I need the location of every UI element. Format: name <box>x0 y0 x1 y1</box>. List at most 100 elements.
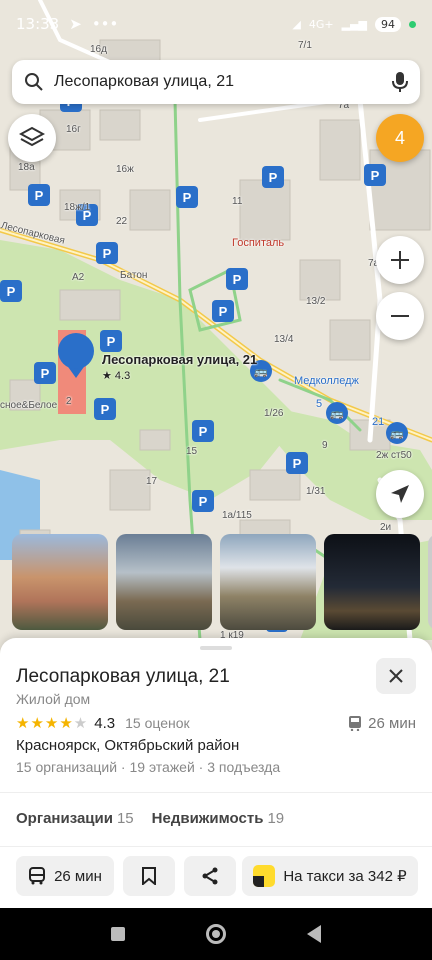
parking-icon[interactable]: P <box>96 242 118 264</box>
my-location-button[interactable] <box>376 470 424 518</box>
drag-handle[interactable] <box>200 646 232 650</box>
route-button[interactable]: 26 мин <box>16 856 114 896</box>
back-button[interactable] <box>307 925 322 943</box>
photo-thumbnail[interactable] <box>116 534 212 630</box>
star-rating: ★★★★★ <box>16 715 89 732</box>
taxi-icon <box>253 865 276 887</box>
parking-icon[interactable]: P <box>0 280 22 302</box>
building-label: 1/26 <box>264 408 284 419</box>
taxi-button[interactable]: На такси за 342 ₽ <box>242 856 418 896</box>
pin-label[interactable]: Лесопарковая улица, 21 <box>102 352 257 367</box>
pin-rating: ★ 4.3 <box>102 370 131 382</box>
taxi-label: На такси за 342 ₽ <box>283 868 407 885</box>
parking-icon[interactable]: P <box>34 362 56 384</box>
baton-label[interactable]: Батон <box>120 270 147 281</box>
cluster-badge[interactable]: 4 <box>376 114 424 162</box>
hospital-label[interactable]: Госпиталь <box>232 237 284 249</box>
share-button[interactable] <box>184 856 236 896</box>
place-title: Лесопарковая улица, 21 <box>16 666 230 687</box>
building-label: 16г <box>66 124 81 135</box>
navigation-arrow-icon <box>391 485 409 503</box>
bus-icon <box>29 867 46 885</box>
rating-value: 4.3 <box>94 714 116 732</box>
reviews-count[interactable]: 15 оценок <box>125 715 190 731</box>
photo-thumbnail[interactable] <box>428 534 432 630</box>
medcollege-label[interactable]: Медколледж <box>294 375 359 387</box>
tab-count: 15 <box>116 810 134 827</box>
building-label: 2ж ст50 <box>376 450 412 461</box>
building-label: 13/4 <box>274 334 294 345</box>
bus-stop-icon[interactable]: 🚌 <box>326 402 348 424</box>
tab-count: 19 <box>267 810 285 827</box>
tab-label: Организации <box>16 810 113 827</box>
parking-icon[interactable]: P <box>262 166 284 188</box>
search-input[interactable]: Лесопарковая улица, 21 <box>54 73 392 91</box>
divider <box>0 792 432 793</box>
signal-icon: ▂▄▆ <box>341 17 367 31</box>
tab-label: Недвижимость <box>151 810 264 827</box>
location-icon: ◢ <box>292 17 301 31</box>
entrance-label: А2 <box>72 272 85 283</box>
search-icon <box>25 73 43 91</box>
bus-route-label: 5 <box>316 398 323 410</box>
photo-thumbnail[interactable] <box>220 534 316 630</box>
tab-real-estate[interactable]: Недвижимость 19 <box>152 810 284 827</box>
more-icon: ••• <box>91 15 119 33</box>
building-label: 17 <box>146 476 158 487</box>
telegram-icon: ➤ <box>69 15 82 33</box>
photo-carousel[interactable] <box>0 534 432 630</box>
building-label: 13/2 <box>306 296 326 307</box>
bus-route-label: 21 <box>372 416 385 428</box>
search-bar[interactable]: Лесопарковая улица, 21 <box>12 60 420 104</box>
recents-button[interactable] <box>110 927 125 941</box>
bus-icon <box>349 716 362 731</box>
rating-row: ★★★★★ 4.3 15 оценок 26 мин <box>16 714 416 733</box>
shop-label[interactable]: сное&Белое <box>0 400 57 411</box>
network-label: 4G+ <box>308 17 334 31</box>
transit-time: 26 мин <box>348 715 416 732</box>
microphone-icon[interactable] <box>392 71 408 93</box>
parking-icon[interactable]: P <box>192 420 214 442</box>
building-label: 16ж <box>116 164 134 175</box>
tab-organizations[interactable]: Организации 15 <box>16 810 134 827</box>
status-bar: 13:33 ➤ ••• ◢ 4G+ ▂▄▆ 94 <box>0 0 432 48</box>
parking-icon[interactable]: P <box>364 164 386 186</box>
building-label: 11 <box>232 196 243 207</box>
photo-thumbnail[interactable] <box>324 534 420 630</box>
transit-time-label: 26 мин <box>368 714 416 732</box>
bus-stop-icon[interactable]: 🚌 <box>386 422 408 444</box>
bookmark-icon <box>142 867 156 885</box>
minus-icon <box>391 315 409 317</box>
building-label: 22 <box>116 216 128 227</box>
parking-icon[interactable]: P <box>94 398 116 420</box>
zoom-in-button[interactable] <box>376 236 424 284</box>
entrance-label: 2 <box>66 396 72 407</box>
parking-icon[interactable]: P <box>176 186 198 208</box>
status-dot <box>409 20 416 28</box>
parking-icon[interactable]: P <box>28 184 50 206</box>
parking-icon[interactable]: P <box>286 452 308 474</box>
info-tabs: Организации 15 Недвижимость 19 <box>16 810 284 827</box>
close-button[interactable] <box>376 658 416 694</box>
parking-icon[interactable]: P <box>100 330 122 352</box>
battery-level: 94 <box>375 16 401 32</box>
place-card[interactable]: Лесопарковая улица, 21 Жилой дом ★★★★★ 4… <box>0 638 432 908</box>
route-time: 26 мин <box>54 867 102 885</box>
zoom-out-button[interactable] <box>376 292 424 340</box>
parking-icon[interactable]: P <box>192 490 214 512</box>
layers-button[interactable] <box>8 114 56 162</box>
building-label: 18а <box>18 162 35 173</box>
bookmark-button[interactable] <box>123 856 175 896</box>
parking-icon[interactable]: P <box>226 268 248 290</box>
status-time: 13:33 <box>16 15 60 33</box>
building-label: 2и <box>380 522 392 533</box>
building-label: 9 <box>322 440 328 451</box>
place-type: Жилой дом <box>16 691 91 707</box>
photo-thumbnail[interactable] <box>12 534 108 630</box>
home-button[interactable] <box>205 924 226 944</box>
divider <box>0 846 432 847</box>
parking-icon[interactable]: P <box>212 300 234 322</box>
building-details: 15 организаций · 19 этажей · 3 подъезда <box>16 759 281 775</box>
address: Красноярск, Октябрьский район <box>16 737 240 754</box>
building-label: 18ж/1 <box>64 202 91 213</box>
